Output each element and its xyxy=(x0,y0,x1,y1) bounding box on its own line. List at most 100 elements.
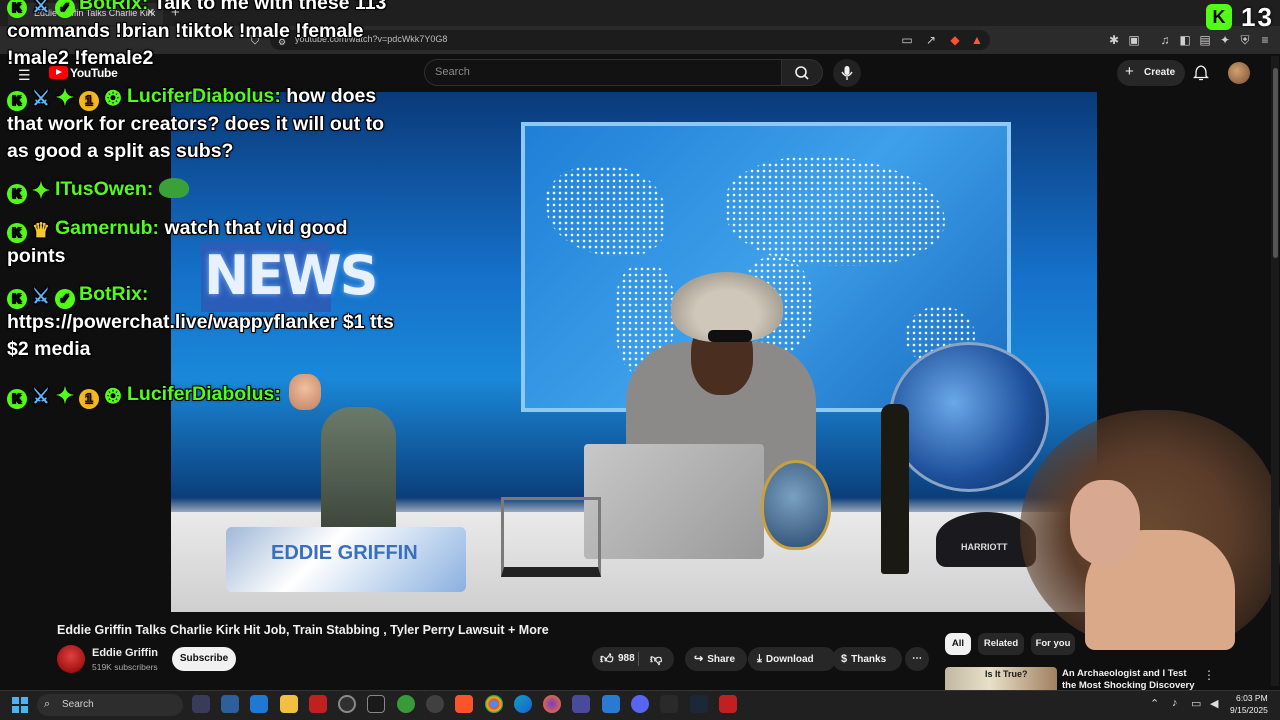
chat-message: K ✦ ITusOwen: xyxy=(7,176,397,204)
microphone-icon xyxy=(841,66,853,80)
chat-text: https://powerchat.live/wappyflanker $1 t… xyxy=(7,311,394,360)
vpn-icon[interactable]: ⛨ xyxy=(1238,33,1252,47)
wallet-icon[interactable]: ▤ xyxy=(1198,33,1212,47)
leo-icon[interactable]: ✦ xyxy=(1218,33,1232,47)
subscribe-button[interactable]: Subscribe xyxy=(172,647,236,671)
clock-date[interactable]: 9/15/2025 xyxy=(1230,705,1268,715)
sidebar-icon[interactable]: ◧ xyxy=(1178,33,1192,47)
app-icon[interactable] xyxy=(221,695,239,713)
channel-name[interactable]: Eddie Griffin xyxy=(92,647,158,659)
emote-badge-icon: ❂ xyxy=(104,386,122,408)
steam-icon[interactable] xyxy=(690,695,708,713)
vscode-icon[interactable] xyxy=(602,695,620,713)
thanks-icon: $ xyxy=(841,653,848,665)
remote-desktop-icon[interactable] xyxy=(250,695,268,713)
settings-gear-icon[interactable] xyxy=(426,695,444,713)
download-icon: ⤓ xyxy=(757,653,762,665)
edge-icon[interactable] xyxy=(514,695,532,713)
voice-search-button[interactable] xyxy=(833,59,861,87)
tray-volume-icon[interactable]: ◀ xyxy=(1210,697,1218,710)
account-avatar[interactable] xyxy=(1228,62,1250,84)
thanks-button[interactable]: $ Thanks xyxy=(832,647,902,671)
like-icon[interactable]: 👍︎ xyxy=(600,647,614,671)
chip-all[interactable]: All xyxy=(945,633,971,655)
search-placeholder: Search xyxy=(435,66,470,78)
sword-badge-icon: ⚔ xyxy=(32,88,50,110)
chat-username: Gamernub: xyxy=(55,217,160,239)
like-count[interactable]: 988 xyxy=(618,647,635,671)
menu-icon[interactable]: ≡ xyxy=(1258,33,1272,47)
share-button[interactable]: ↪ Share xyxy=(685,647,747,671)
cast-icon[interactable]: ▭ xyxy=(900,33,914,47)
recommendation-more-icon[interactable]: ⋮ xyxy=(1203,668,1215,682)
chat-username: ITusOwen: xyxy=(55,178,154,200)
chip-for-you[interactable]: For you xyxy=(1031,633,1075,655)
emote-badge-icon: ❂ xyxy=(104,88,122,110)
tray-chevron-icon[interactable]: ⌃ xyxy=(1150,697,1159,710)
download-label: Download xyxy=(765,654,814,665)
chat-username: LuciferDiabolus: xyxy=(127,85,281,107)
share-page-icon[interactable]: ↗ xyxy=(924,33,938,47)
chrome-icon[interactable] xyxy=(485,695,503,713)
diamond-badge-icon: ✦ xyxy=(55,85,75,110)
chip-related[interactable]: Related xyxy=(978,633,1024,655)
share-icon: ↪ xyxy=(694,653,704,665)
one-badge-icon: 1 xyxy=(79,91,99,111)
kick-viewer-counter: 13 xyxy=(1241,2,1274,32)
globe xyxy=(889,342,1049,492)
timer-app-icon[interactable] xyxy=(338,695,356,713)
search-input[interactable] xyxy=(424,59,782,86)
chat-username: BotRix: xyxy=(79,283,149,305)
sword-badge-icon: ⚔ xyxy=(32,386,50,408)
clock-time[interactable]: 6:03 PM xyxy=(1236,693,1268,703)
recommendation-title[interactable]: An Archaeologist and I Test the Most Sho… xyxy=(1062,668,1202,690)
discord-icon[interactable] xyxy=(631,695,649,713)
more-actions-button[interactable]: ⋯ xyxy=(905,647,929,671)
kick-badge-icon: K xyxy=(7,389,27,409)
media-icon[interactable]: ♫ xyxy=(1158,33,1172,47)
channel-avatar[interactable] xyxy=(57,645,85,673)
chat-username: BotRix: xyxy=(79,0,149,14)
face-emote-icon xyxy=(288,374,321,410)
app-red-icon[interactable] xyxy=(719,695,737,713)
news-app-icon[interactable] xyxy=(309,695,327,713)
newtons-cradle xyxy=(501,497,601,577)
settings-app-icon[interactable] xyxy=(192,695,210,713)
app-icon-2[interactable] xyxy=(660,695,678,713)
tray-mic-icon[interactable]: ♪ xyxy=(1172,697,1178,709)
terminal-icon[interactable] xyxy=(367,695,385,713)
nameplate-text: EDDIE GRIFFIN xyxy=(271,542,418,564)
scrollbar-thumb[interactable] xyxy=(1273,68,1278,258)
notifications-bell-icon[interactable] xyxy=(1192,64,1210,86)
chat-message: K ⚔ ✓ BotRix: https://powerchat.live/wappyf… xyxy=(7,281,397,363)
chat-message: K ⚔ ✦ 1 ❂ LuciferDiabolus: how does that work… xyxy=(7,83,397,165)
action-figure xyxy=(321,407,396,537)
pepe-emote-icon xyxy=(159,178,190,198)
file-explorer-icon[interactable] xyxy=(280,695,298,713)
app-green-icon[interactable] xyxy=(397,695,415,713)
kick-badge-icon: K xyxy=(7,184,27,204)
chat-message: K ♛ Gamernub: watch that vid good points xyxy=(7,215,397,270)
taskbar-search-box[interactable] xyxy=(37,694,183,716)
divider xyxy=(638,652,639,666)
taskbar-search-icon: ⌕ xyxy=(44,698,51,710)
search-icon xyxy=(795,66,809,80)
start-windows-icon[interactable] xyxy=(12,697,28,713)
kick-badge-icon: K xyxy=(7,223,27,243)
brave-shield-icon[interactable]: ◆ xyxy=(948,33,962,47)
firefox-icon[interactable] xyxy=(543,695,561,713)
cap-text: HARRIOTT xyxy=(961,542,1008,552)
kick-badge-icon: K xyxy=(7,289,27,309)
screenshot-icon[interactable]: ▣ xyxy=(1127,33,1141,47)
brave-browser-icon[interactable] xyxy=(455,695,473,713)
extensions-icon[interactable]: ✱ xyxy=(1107,33,1121,47)
dislike-icon[interactable]: 👎︎ xyxy=(650,647,662,671)
search-button[interactable] xyxy=(781,59,823,86)
tray-network-icon[interactable]: ▭ xyxy=(1191,697,1201,710)
chat-message: K ⚔ ✦ 1 ❂ LuciferDiabolus: xyxy=(7,374,397,410)
obs-icon[interactable] xyxy=(572,695,590,713)
download-button[interactable]: ⤓ Download xyxy=(748,647,836,671)
like-dislike-group: 👍︎ 988 👎︎ xyxy=(592,647,674,671)
crown-badge-icon: ♛ xyxy=(32,220,50,242)
brave-rewards-icon[interactable]: ▲ xyxy=(970,33,984,47)
